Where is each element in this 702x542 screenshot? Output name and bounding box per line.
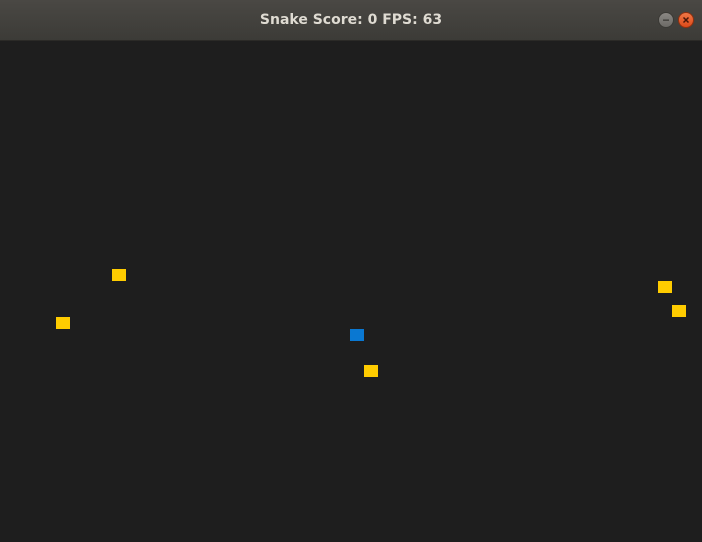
minimize-icon — [663, 19, 669, 21]
window-title: Snake Score: 0 FPS: 63 — [259, 12, 443, 28]
food-item — [364, 365, 378, 377]
food-item — [56, 317, 70, 329]
title-bar[interactable]: Snake Score: 0 FPS: 63 — [0, 0, 702, 41]
minimize-button[interactable] — [658, 12, 674, 28]
food-item — [658, 281, 672, 293]
game-board[interactable] — [0, 41, 702, 542]
food-item — [112, 269, 126, 281]
close-button[interactable] — [678, 12, 694, 28]
food-item — [672, 305, 686, 317]
snake-head — [350, 329, 364, 341]
game-window: Snake Score: 0 FPS: 63 — [0, 0, 702, 542]
close-icon — [682, 16, 690, 24]
